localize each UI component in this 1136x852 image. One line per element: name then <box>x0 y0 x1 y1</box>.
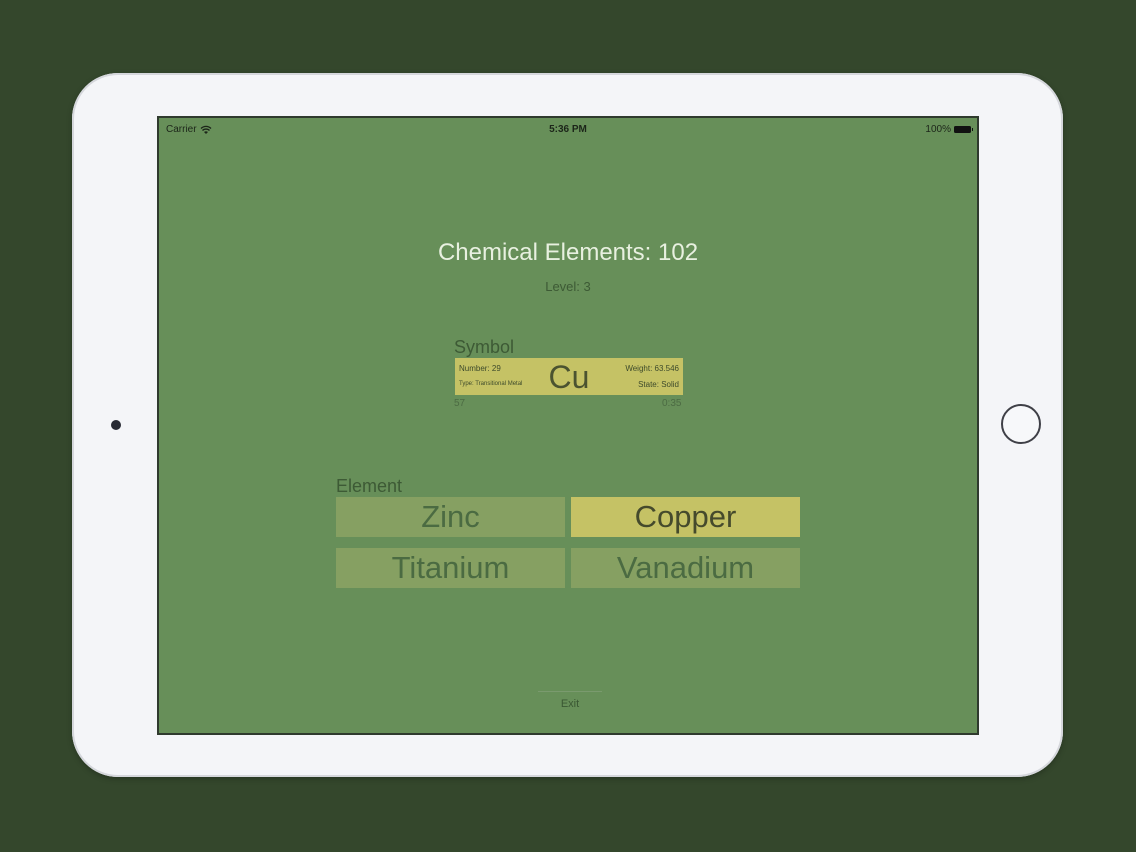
symbol-section-label: Symbol <box>454 337 515 357</box>
answer-option-titanium[interactable]: Titanium <box>336 548 565 588</box>
element-section-label: Element <box>336 476 403 496</box>
answer-option-vanadium[interactable]: Vanadium <box>571 548 800 588</box>
card-symbol: Cu <box>548 359 590 395</box>
level-label: Level: 3 <box>545 279 591 294</box>
score-counter: 57 <box>454 398 466 409</box>
timer: 0:35 <box>662 398 682 409</box>
status-right: 100% <box>925 124 973 135</box>
battery-icon <box>954 126 973 133</box>
element-card: Number: 29 Type: Transitional Metal Weig… <box>455 358 683 395</box>
answer-option-zinc[interactable]: Zinc <box>336 497 565 537</box>
app-screen: Carrier 5:36 PM 100% Chemical Elements: … <box>157 116 979 735</box>
status-bar: Carrier 5:36 PM 100% <box>159 118 977 140</box>
home-button[interactable] <box>1001 404 1041 444</box>
front-camera <box>111 420 121 430</box>
battery-percent: 100% <box>925 124 951 135</box>
answer-option-copper[interactable]: Copper <box>571 497 800 537</box>
clock: 5:36 PM <box>549 124 587 135</box>
exit-button[interactable]: Exit <box>538 691 602 716</box>
game-title: Chemical Elements: 102 <box>437 239 699 266</box>
